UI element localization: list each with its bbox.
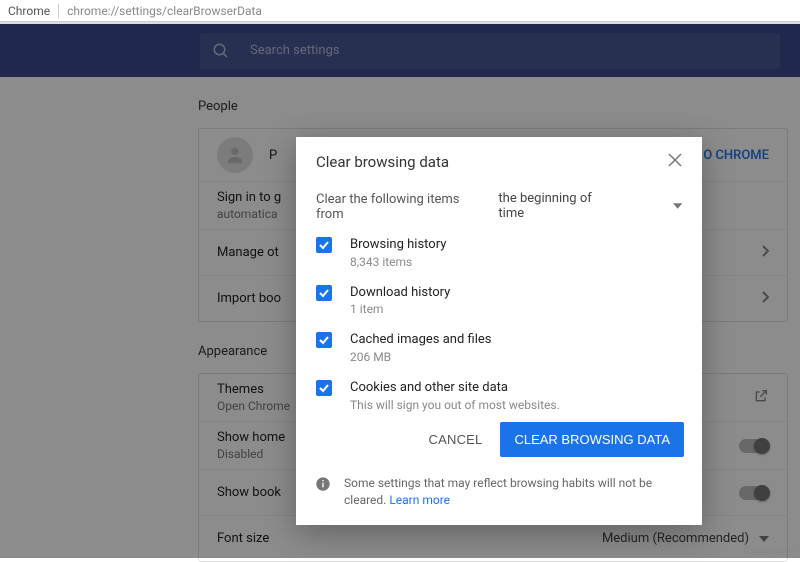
checkbox-icon[interactable] [316,237,332,253]
checkbox-row[interactable]: Browsing history8,343 items [316,236,682,270]
dialog-footer: Some settings that may reflect browsing … [296,465,702,525]
dialog-body: Clear the following items from the begin… [296,185,702,414]
checkbox-subtext: 1 item [350,301,450,317]
time-range-row: Clear the following items from the begin… [316,191,682,222]
checkbox-title: Cookies and other site data [350,379,560,397]
checkbox-row[interactable]: Cookies and other site dataThis will sig… [316,379,682,413]
checkbox-title: Download history [350,284,450,302]
checkbox-label: Browsing history8,343 items [350,236,446,270]
dialog-actions: CANCEL CLEAR BROWSING DATA [296,414,702,465]
tab-name: Chrome [4,4,59,18]
checkbox-subtext: This will sign you out of most websites. [350,397,560,413]
time-range-label: Clear the following items from [316,192,482,222]
cancel-button[interactable]: CANCEL [415,422,497,457]
watermark: wsxdn.com [743,545,794,556]
checkbox-title: Cached images and files [350,331,491,349]
dialog-title: Clear browsing data [316,153,449,171]
url-text[interactable]: chrome://settings/clearBrowserData [67,4,262,18]
learn-more-link[interactable]: Learn more [389,493,450,507]
browser-address-bar: Chrome chrome://settings/clearBrowserDat… [0,0,800,22]
checkbox-row[interactable]: Cached images and files206 MB [316,331,682,365]
checkbox-row[interactable]: Download history1 item [316,284,682,318]
checkbox-subtext: 206 MB [350,349,491,365]
checkbox-label: Cached images and files206 MB [350,331,491,365]
checkbox-label: Download history1 item [350,284,450,318]
checkbox-title: Browsing history [350,236,446,254]
time-range-value: the beginning of time [498,191,612,221]
checkbox-list: Browsing history8,343 items Download hist… [316,236,682,414]
checkbox-icon[interactable] [316,285,332,301]
clear-data-button[interactable]: CLEAR BROWSING DATA [500,422,684,457]
close-icon[interactable] [668,153,682,171]
checkbox-icon[interactable] [316,380,332,396]
settings-page: Search settings People P O CHROME Sign i… [0,24,800,558]
checkbox-icon[interactable] [316,332,332,348]
footer-note: Some settings that may reflect browsing … [344,475,684,509]
time-range-dropdown[interactable]: the beginning of time [498,191,682,222]
info-icon [314,475,332,493]
clear-browsing-data-dialog: Clear browsing data Clear the following … [296,137,702,525]
checkbox-label: Cookies and other site dataThis will sig… [350,379,560,413]
caret-down-icon [673,203,682,209]
checkbox-subtext: 8,343 items [350,254,446,270]
dialog-header: Clear browsing data [296,137,702,185]
